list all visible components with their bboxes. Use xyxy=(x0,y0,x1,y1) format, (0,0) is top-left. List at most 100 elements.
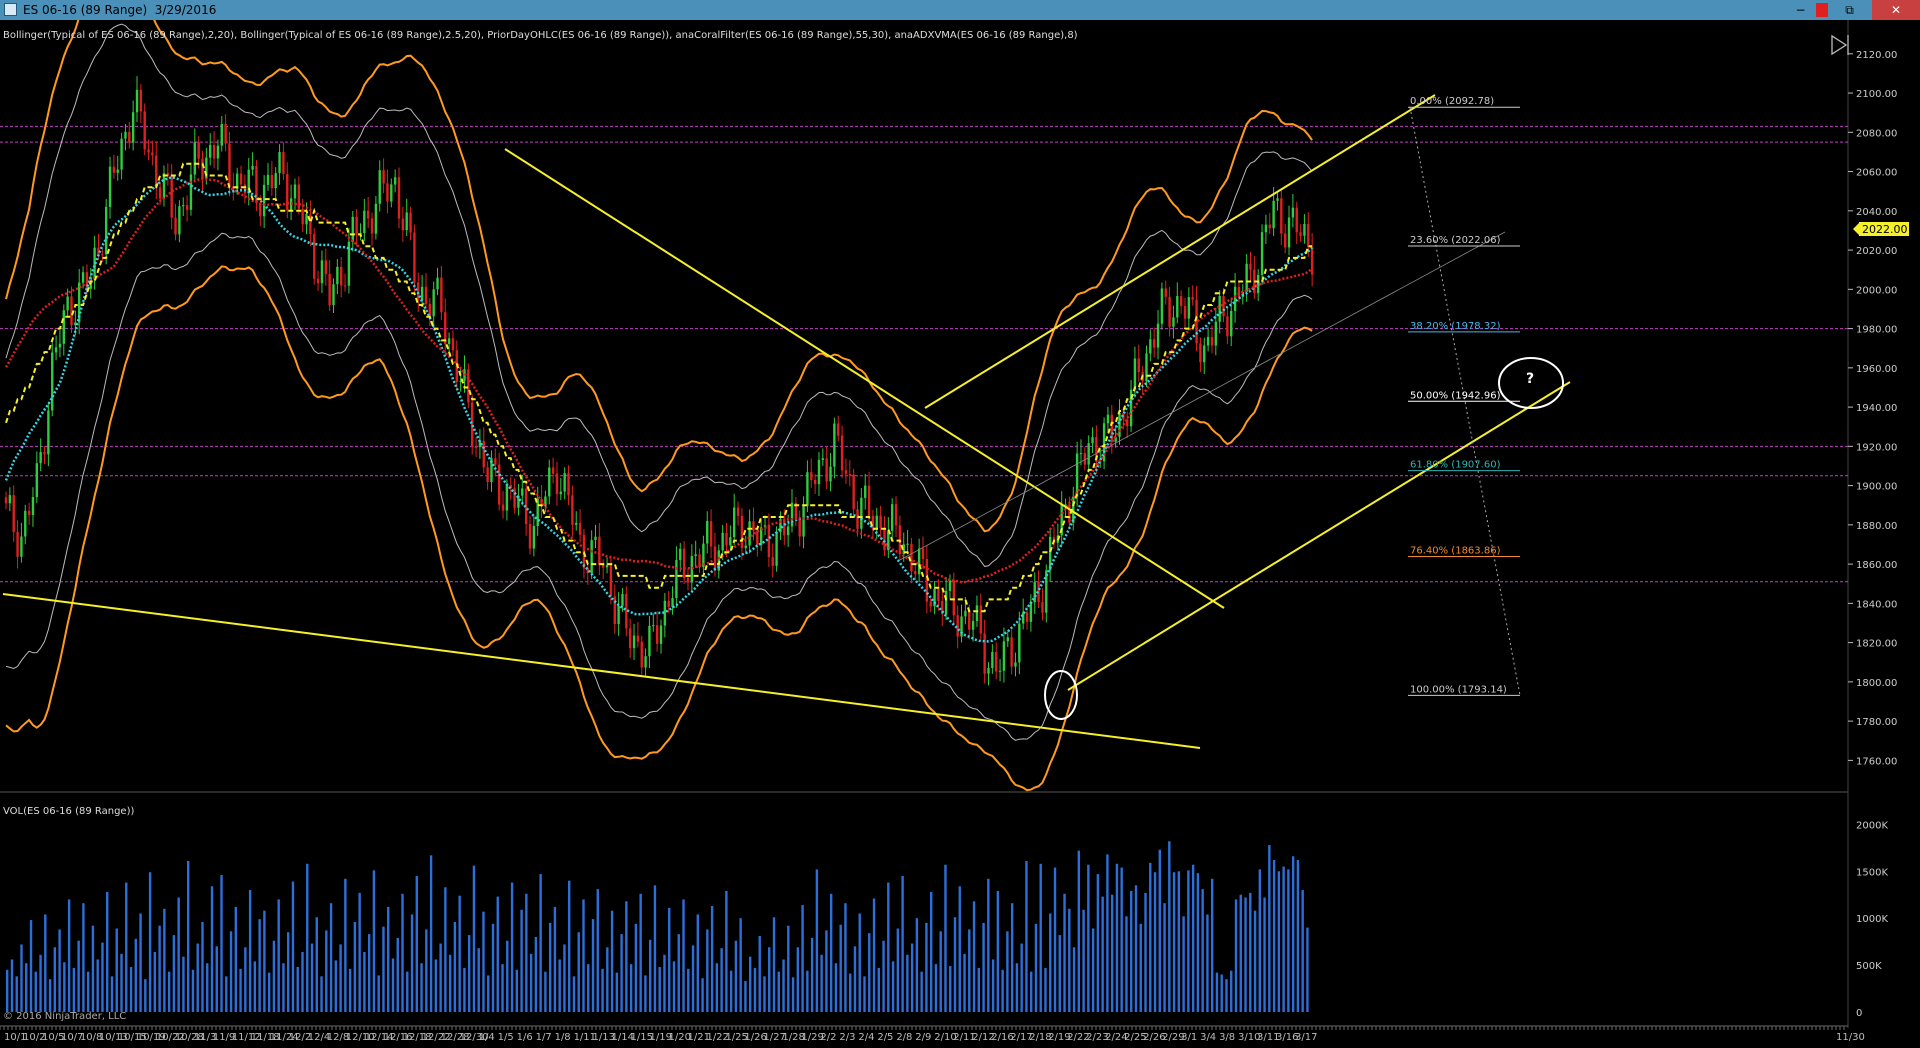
candle xyxy=(1249,252,1252,282)
candle-body xyxy=(551,467,555,474)
volume-bar xyxy=(415,875,418,1012)
volume-bar xyxy=(429,855,433,1012)
candle xyxy=(209,133,212,166)
candle xyxy=(286,162,289,219)
candle xyxy=(297,176,301,215)
candle xyxy=(374,195,378,240)
candle xyxy=(617,592,620,636)
volume-bar xyxy=(434,959,438,1012)
candle-body xyxy=(366,210,370,219)
candle xyxy=(116,155,119,181)
candle xyxy=(405,198,408,237)
price-tick-label: 2020.00 xyxy=(1856,246,1897,257)
candle xyxy=(578,509,582,543)
candle xyxy=(409,206,412,241)
volume-bar xyxy=(225,976,228,1012)
volume-bar xyxy=(1139,923,1142,1012)
time-label: 1/6 xyxy=(517,1032,533,1043)
volume-tick-label: 1000K xyxy=(1856,914,1888,925)
candle xyxy=(170,164,173,230)
candle-body xyxy=(725,532,728,546)
candle xyxy=(282,142,285,180)
volume-bar xyxy=(1201,889,1204,1012)
candle-body xyxy=(528,524,532,549)
time-label: 2/9 xyxy=(915,1032,931,1043)
candle xyxy=(894,496,898,538)
volume-bar xyxy=(653,885,657,1012)
bollinger-bands xyxy=(5,20,1313,792)
candle xyxy=(135,76,139,123)
candle xyxy=(436,267,439,296)
candle-body xyxy=(771,557,774,566)
volume-bar xyxy=(1149,862,1152,1012)
candle-body xyxy=(621,593,624,606)
volume-tick-label: 500K xyxy=(1856,961,1882,972)
candle-body xyxy=(810,472,813,480)
candle-body xyxy=(991,652,994,669)
volume-tick-label: 2000K xyxy=(1856,820,1888,831)
candle-body xyxy=(548,467,551,497)
candle-body xyxy=(401,218,405,231)
candle-body xyxy=(856,509,859,529)
candle-body xyxy=(43,452,46,455)
candle-body xyxy=(16,532,19,557)
candle xyxy=(906,530,909,555)
price-chart[interactable]: 0.00% (2092.78) 23.60% (2022.06) 38.20% (1… xyxy=(0,20,1920,1048)
candle-body xyxy=(555,473,559,495)
candle-body xyxy=(193,142,196,175)
volume-bar xyxy=(358,892,361,1012)
candle-body xyxy=(752,521,755,531)
price-axis: 2120.00 2100.00 2080.00 2060.00 2040.00 2020.… xyxy=(1848,50,1897,767)
volume-tick-label: 1500K xyxy=(1856,867,1888,878)
fib-level-label: 61.80% (1907.60) xyxy=(1410,460,1501,471)
candle xyxy=(189,162,193,216)
candle xyxy=(513,478,516,514)
candle-body xyxy=(987,668,990,674)
candle xyxy=(875,507,878,539)
volume-bar xyxy=(596,889,599,1012)
volume-bar xyxy=(1106,854,1109,1012)
candle-body xyxy=(628,628,632,649)
candle xyxy=(1048,528,1052,583)
volume-bar xyxy=(1191,864,1195,1012)
volume-bar xyxy=(934,964,938,1012)
candle xyxy=(390,178,393,208)
volume-bar xyxy=(387,906,390,1012)
minimize-button[interactable]: − xyxy=(1780,0,1821,20)
candle-body xyxy=(101,254,104,256)
candle xyxy=(185,195,189,222)
candle-body xyxy=(536,498,539,527)
play-icon[interactable] xyxy=(1831,34,1849,56)
candle-body xyxy=(162,173,166,199)
candle xyxy=(155,141,158,200)
volume-bar xyxy=(663,954,666,1012)
close-button[interactable]: ✕ xyxy=(1872,0,1920,20)
volume-bar xyxy=(48,979,52,1012)
candle xyxy=(1310,233,1314,287)
volume-bar xyxy=(282,963,285,1012)
candle-body xyxy=(532,526,536,549)
candle-body xyxy=(393,177,397,185)
window-titlebar: ES 06-16 (89 Range) 3/29/2016 − ⧉ ✕ xyxy=(0,0,1920,20)
volume-bar xyxy=(568,880,571,1012)
candle xyxy=(802,496,805,549)
candle-body xyxy=(652,625,655,627)
candle xyxy=(644,648,647,678)
restore-button[interactable]: ⧉ xyxy=(1829,0,1870,20)
candle-body xyxy=(659,625,663,644)
candle-body xyxy=(197,142,200,159)
candle-body xyxy=(833,423,836,467)
candle-body xyxy=(81,272,85,283)
candle-body xyxy=(1203,345,1206,363)
volume-bar xyxy=(991,959,995,1012)
volume-bar xyxy=(753,967,757,1012)
candle xyxy=(848,460,851,487)
candle-body xyxy=(567,473,570,496)
candle xyxy=(151,140,154,166)
candle xyxy=(648,616,651,669)
candle-body xyxy=(817,459,821,485)
candle-body xyxy=(266,174,270,185)
volume-bar xyxy=(72,967,76,1012)
candle xyxy=(825,446,828,490)
volume-bar xyxy=(396,937,399,1012)
